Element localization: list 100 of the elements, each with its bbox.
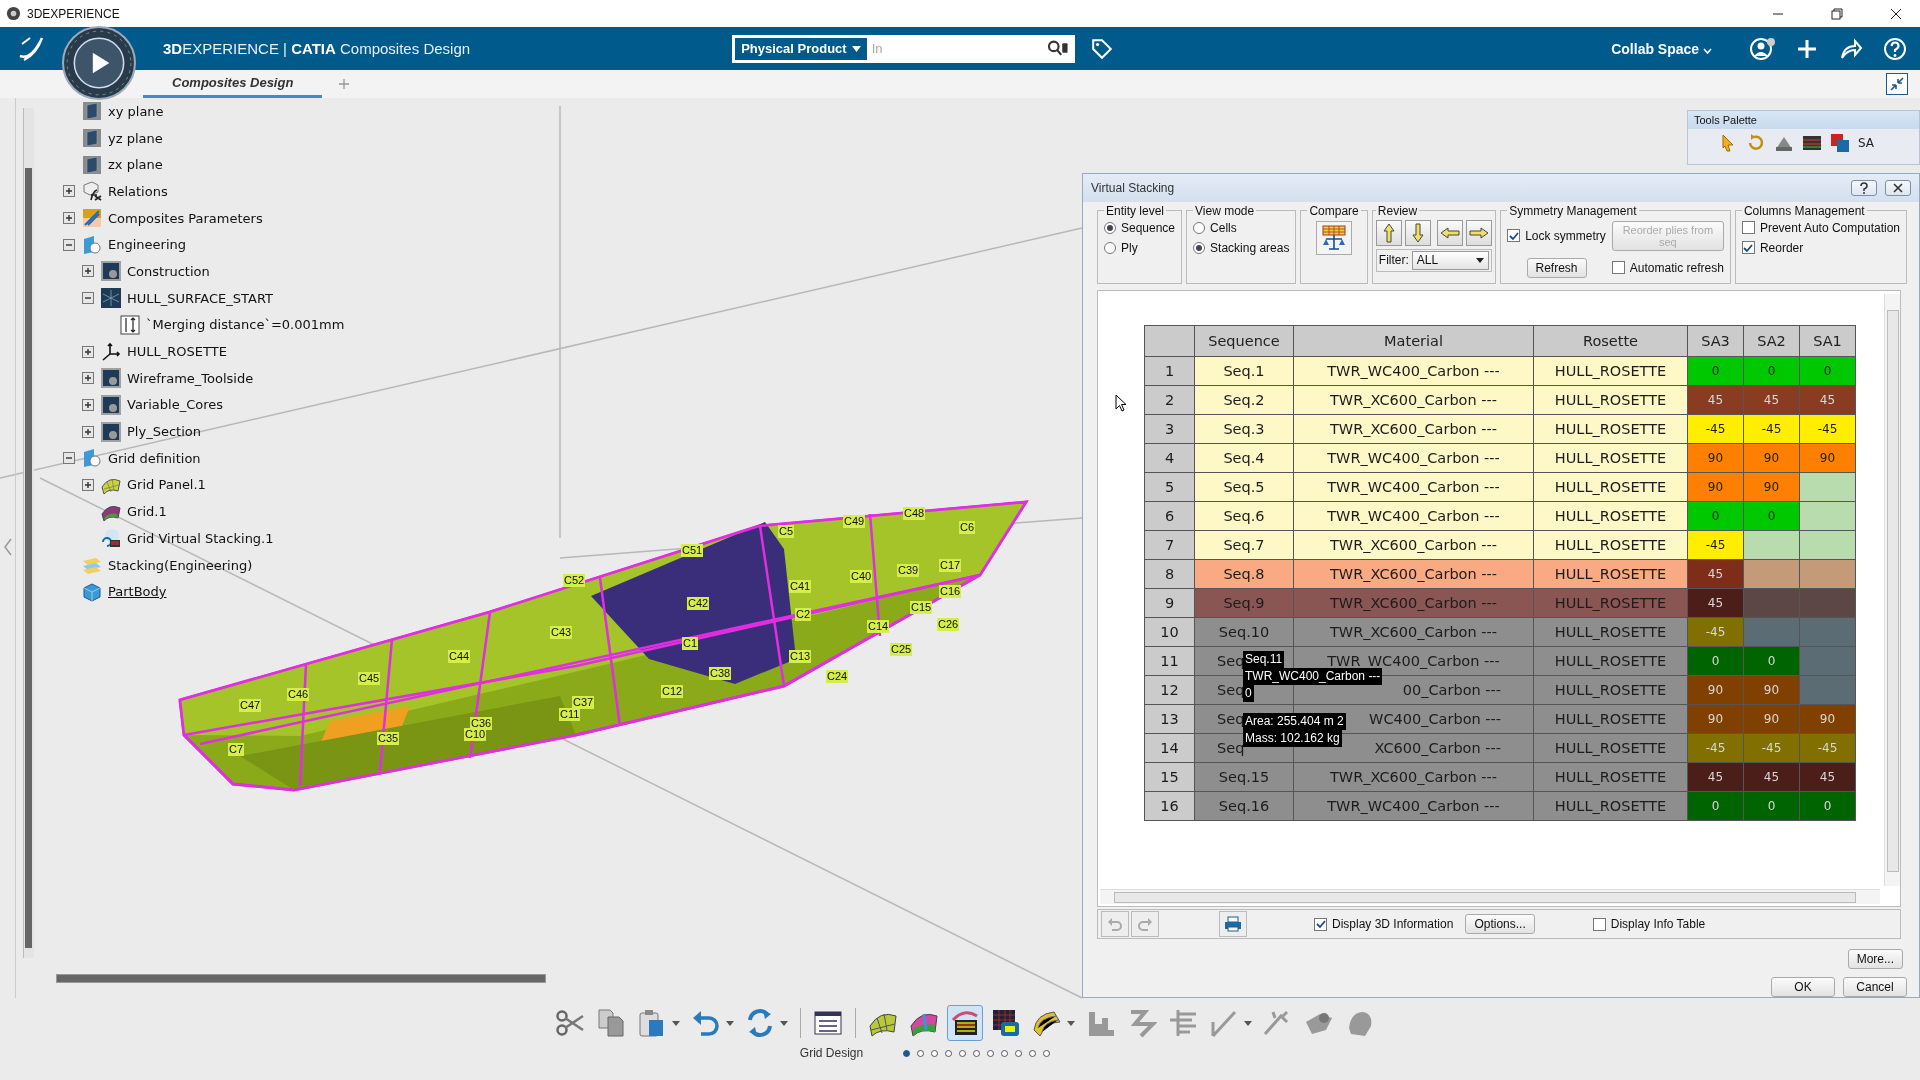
table-icon[interactable] bbox=[1802, 133, 1822, 153]
checkbox-label[interactable]: Reorder bbox=[1759, 240, 1804, 255]
tree-item-label[interactable]: Variable_Cores bbox=[127, 397, 223, 413]
expand-toggle[interactable] bbox=[82, 425, 94, 438]
caret-icon[interactable] bbox=[672, 1020, 680, 1026]
sa-tool[interactable]: SA bbox=[1858, 136, 1875, 150]
expand-toggle[interactable] bbox=[82, 398, 94, 411]
tree-item-label[interactable]: Composites Parameters bbox=[108, 210, 263, 226]
search-field[interactable]: Physical Product In bbox=[732, 34, 1076, 63]
refresh-button[interactable]: Refresh bbox=[1526, 257, 1587, 278]
print-button[interactable] bbox=[1219, 911, 1247, 938]
column-header[interactable]: Rosette bbox=[1533, 325, 1688, 357]
tag-icon[interactable] bbox=[1091, 37, 1114, 60]
checkbox-label[interactable]: Display 3D Information bbox=[1332, 917, 1454, 932]
move-down-button[interactable] bbox=[1404, 219, 1431, 246]
expand-toggle[interactable] bbox=[63, 185, 75, 198]
restore-icon[interactable] bbox=[1831, 7, 1843, 20]
radio-label[interactable]: Sequence bbox=[1121, 220, 1176, 235]
tree-item-label[interactable]: yz plane bbox=[108, 130, 163, 146]
close-button[interactable] bbox=[1885, 179, 1911, 196]
page-dot[interactable] bbox=[959, 1049, 967, 1057]
page-dot[interactable] bbox=[931, 1049, 939, 1057]
tree-item-label[interactable]: zx plane bbox=[108, 157, 163, 173]
scrollbar[interactable] bbox=[23, 108, 34, 958]
expand-toggle[interactable] bbox=[82, 372, 94, 385]
page-dot[interactable] bbox=[1043, 1049, 1051, 1057]
page-dot[interactable] bbox=[945, 1049, 953, 1057]
expand-toggle[interactable] bbox=[82, 478, 94, 491]
tree-item-label[interactable]: Wireframe_Toolside bbox=[127, 370, 254, 386]
radio-button[interactable] bbox=[1104, 221, 1116, 234]
share-icon[interactable] bbox=[1838, 36, 1864, 61]
undo-icon[interactable] bbox=[691, 1008, 721, 1038]
checkbox[interactable] bbox=[1592, 917, 1606, 931]
page-dot[interactable] bbox=[1029, 1049, 1037, 1057]
page-dot[interactable] bbox=[973, 1049, 981, 1057]
caret-icon[interactable] bbox=[1067, 1020, 1075, 1026]
radio-label[interactable]: Ply bbox=[1121, 240, 1138, 255]
checkbox[interactable] bbox=[1507, 229, 1521, 243]
checkbox[interactable] bbox=[1741, 241, 1755, 255]
radio-label[interactable]: Stacking areas bbox=[1210, 240, 1290, 255]
caret-icon[interactable] bbox=[1244, 1020, 1252, 1026]
more-button[interactable]: More... bbox=[1847, 949, 1903, 969]
tree-item-label[interactable]: Grid.1 bbox=[127, 504, 167, 520]
stacking-icon[interactable] bbox=[1830, 133, 1850, 153]
page-dot[interactable] bbox=[903, 1049, 911, 1057]
collapse-toggle[interactable] bbox=[63, 452, 75, 465]
user-icon[interactable] bbox=[1750, 36, 1776, 61]
collapse-toggle[interactable] bbox=[82, 292, 94, 305]
tree-item-label[interactable]: Grid Virtual Stacking.1 bbox=[127, 530, 274, 546]
move-left-button[interactable] bbox=[1437, 219, 1464, 246]
search-icon[interactable] bbox=[1047, 40, 1070, 57]
radio-button[interactable] bbox=[1193, 241, 1206, 254]
column-header[interactable]: SA2 bbox=[1743, 325, 1800, 357]
column-header[interactable]: SA1 bbox=[1799, 325, 1856, 357]
collab-space-dropdown[interactable]: Collab Space bbox=[1611, 40, 1712, 57]
tree-item-label[interactable]: Grid definition bbox=[108, 450, 201, 466]
column-header[interactable]: Sequence bbox=[1194, 325, 1294, 357]
search-scope-dropdown[interactable]: Physical Product bbox=[735, 37, 867, 60]
page-dot[interactable] bbox=[987, 1049, 995, 1057]
tree-item-label[interactable]: Ply_Section bbox=[127, 424, 201, 440]
refresh-icon[interactable] bbox=[745, 1008, 775, 1038]
move-right-button[interactable] bbox=[1466, 219, 1493, 246]
filter-dropdown[interactable]: ALL bbox=[1411, 250, 1490, 270]
rotate-icon[interactable] bbox=[1746, 133, 1766, 153]
tree-item-label[interactable]: xy plane bbox=[108, 103, 164, 119]
tree-item-label[interactable]: HULL_SURFACE_START bbox=[127, 290, 273, 306]
checkbox[interactable] bbox=[1741, 221, 1755, 235]
chevron-left-icon[interactable] bbox=[3, 538, 13, 556]
tree-item-label[interactable]: Stacking(Engineering) bbox=[108, 557, 253, 573]
help-button[interactable] bbox=[1851, 179, 1877, 196]
expand-toggle[interactable] bbox=[82, 265, 94, 278]
tree-item-label[interactable]: `Merging distance`=0.001mm bbox=[146, 317, 345, 333]
tree-item-label[interactable]: Engineering bbox=[108, 237, 186, 253]
tree-item-label[interactable]: Construction bbox=[127, 263, 210, 279]
checkbox[interactable] bbox=[1314, 917, 1327, 931]
move-up-button[interactable] bbox=[1375, 219, 1402, 246]
help-icon[interactable] bbox=[1882, 36, 1908, 61]
expand-toggle[interactable] bbox=[63, 212, 75, 225]
shell-icon[interactable] bbox=[1032, 1008, 1062, 1038]
tab[interactable]: Composites Design bbox=[143, 70, 323, 98]
column-header[interactable]: SA3 bbox=[1687, 325, 1744, 357]
expand-toggle[interactable] bbox=[82, 345, 94, 358]
checkbox-label[interactable]: Display Info Table bbox=[1610, 917, 1706, 932]
compare-button[interactable] bbox=[1316, 220, 1353, 255]
caret-icon[interactable] bbox=[780, 1020, 788, 1026]
checkbox-label[interactable]: Lock symmetry bbox=[1525, 228, 1606, 243]
cancel-button[interactable]: Cancel bbox=[1843, 977, 1907, 997]
tree-item-label[interactable]: HULL_ROSETTE bbox=[127, 344, 227, 360]
page-dot[interactable] bbox=[917, 1049, 925, 1057]
close-icon[interactable] bbox=[1890, 7, 1902, 20]
ok-button[interactable]: OK bbox=[1771, 977, 1835, 997]
collapse-icon[interactable] bbox=[1886, 73, 1908, 95]
page-dot[interactable] bbox=[1015, 1049, 1023, 1057]
radio-button[interactable] bbox=[1193, 221, 1206, 234]
angle-icon[interactable] bbox=[1209, 1008, 1239, 1038]
tree-item-label[interactable]: Grid Panel.1 bbox=[127, 477, 206, 493]
checkbox[interactable] bbox=[1611, 261, 1625, 275]
tree-item-label[interactable]: Relations bbox=[108, 183, 168, 199]
page-dot[interactable] bbox=[1001, 1049, 1009, 1057]
collapse-toggle[interactable] bbox=[63, 238, 75, 251]
